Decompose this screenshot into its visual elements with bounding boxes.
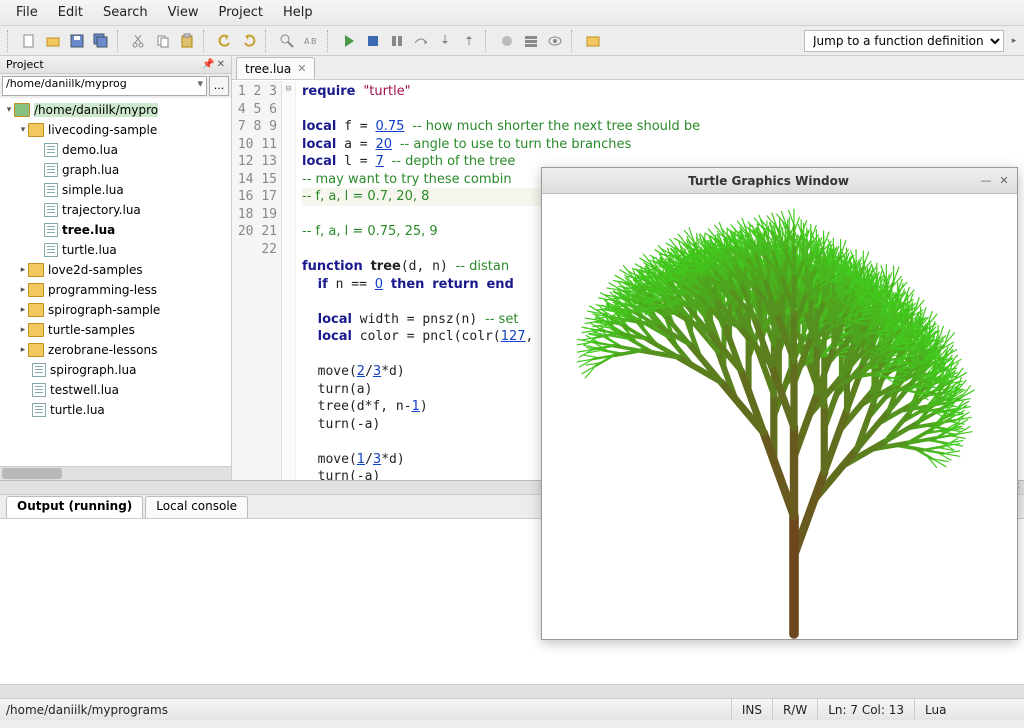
tree-folder-closed[interactable]: ▸love2d-samples [0, 260, 231, 280]
tree-folder-closed[interactable]: ▸programming-less [0, 280, 231, 300]
toolbar-sep-4 [327, 30, 333, 52]
tree-root[interactable]: ▾/home/daniilk/mypro [0, 100, 231, 120]
bottom-hscroll[interactable] [0, 684, 1024, 698]
save-button[interactable] [66, 30, 88, 52]
new-file-button[interactable] [18, 30, 40, 52]
tree-folder-open[interactable]: ▾livecoding-sample [0, 120, 231, 140]
turtle-titlebar[interactable]: Turtle Graphics Window — ✕ [542, 168, 1017, 194]
tree-file[interactable]: demo.lua [0, 140, 231, 160]
replace-button[interactable]: AB [300, 30, 322, 52]
menu-edit[interactable]: Edit [48, 1, 93, 24]
stop-button[interactable] [362, 30, 384, 52]
project-title-text: Project [6, 58, 44, 71]
turtle-graphics-window[interactable]: Turtle Graphics Window — ✕ [541, 167, 1018, 640]
open-file-button[interactable] [42, 30, 64, 52]
turtle-canvas [542, 194, 1017, 639]
editor-tab-bar: tree.lua ✕ [232, 56, 1024, 80]
status-pos: Ln: 7 Col: 13 [817, 699, 914, 720]
toolbar-grip [7, 30, 13, 52]
toolbar-overflow-icon[interactable]: ▸ [1008, 36, 1020, 46]
menu-help[interactable]: Help [273, 1, 323, 24]
toolbar-sep-5 [485, 30, 491, 52]
step-over-button[interactable] [410, 30, 432, 52]
project-button[interactable] [582, 30, 604, 52]
watch-button[interactable] [544, 30, 566, 52]
status-lang: Lua [914, 699, 1024, 720]
menu-file[interactable]: File [6, 1, 48, 24]
paste-button[interactable] [176, 30, 198, 52]
function-jump-select[interactable]: Jump to a function definition... [804, 30, 1004, 52]
close-panel-icon[interactable]: ✕ [217, 59, 225, 70]
editor-tab-label: tree.lua [245, 62, 291, 76]
toolbar-sep-2 [203, 30, 209, 52]
tree-folder-closed[interactable]: ▸spirograph-sample [0, 300, 231, 320]
break-button[interactable] [386, 30, 408, 52]
menu-view[interactable]: View [158, 1, 209, 24]
minimize-icon[interactable]: — [979, 174, 993, 188]
status-bar: /home/daniilk/myprograms INS R/W Ln: 7 C… [0, 698, 1024, 720]
menu-bar: File Edit Search View Project Help [0, 0, 1024, 26]
undo-button[interactable] [214, 30, 236, 52]
turtle-title: Turtle Graphics Window [562, 174, 975, 188]
pin-icon[interactable]: 📌 [202, 59, 214, 70]
close-tab-icon[interactable]: ✕ [297, 62, 306, 75]
line-gutter: 1 2 3 4 5 6 7 8 9 10 11 12 13 14 15 16 1… [232, 81, 282, 480]
status-path: /home/daniilk/myprograms [0, 703, 731, 717]
project-path-select[interactable]: /home/daniilk/myprog ▾ [2, 76, 207, 96]
menu-project[interactable]: Project [208, 1, 272, 24]
tree-file[interactable]: simple.lua [0, 180, 231, 200]
copy-button[interactable] [152, 30, 174, 52]
tree-file-active[interactable]: tree.lua [0, 220, 231, 240]
project-panel-title: Project 📌 ✕ [0, 56, 231, 74]
tree-file[interactable]: spirograph.lua [0, 360, 231, 380]
step-out-button[interactable] [458, 30, 480, 52]
tree-folder-closed[interactable]: ▸turtle-samples [0, 320, 231, 340]
toolbar-sep-6 [571, 30, 577, 52]
svg-text:A: A [304, 37, 310, 46]
tree-file[interactable]: testwell.lua [0, 380, 231, 400]
save-all-button[interactable] [90, 30, 112, 52]
menu-search[interactable]: Search [93, 1, 158, 24]
svg-text:B: B [311, 37, 317, 46]
tab-output[interactable]: Output (running) [6, 496, 143, 518]
stack-button[interactable] [520, 30, 542, 52]
fold-column[interactable]: ⊟ [282, 81, 296, 480]
editor-tab[interactable]: tree.lua ✕ [236, 57, 315, 79]
toolbar-sep-3 [265, 30, 271, 52]
toolbar: AB Jump to a function definition... ▸ [0, 26, 1024, 56]
project-browse-button[interactable]: ... [209, 76, 229, 96]
tab-console[interactable]: Local console [145, 496, 248, 518]
tree-file[interactable]: turtle.lua [0, 400, 231, 420]
project-panel: Project 📌 ✕ /home/daniilk/myprog ▾ ... ▾… [0, 56, 232, 480]
tree-folder-closed[interactable]: ▸zerobrane-lessons [0, 340, 231, 360]
status-rw: R/W [772, 699, 817, 720]
project-tree-hscroll[interactable] [0, 466, 231, 480]
tree-file[interactable]: turtle.lua [0, 240, 231, 260]
breakpoint-button[interactable] [496, 30, 518, 52]
redo-button[interactable] [238, 30, 260, 52]
toolbar-sep-1 [117, 30, 123, 52]
find-button[interactable] [276, 30, 298, 52]
close-icon[interactable]: ✕ [997, 174, 1011, 188]
project-tree[interactable]: ▾/home/daniilk/mypro ▾livecoding-sample … [0, 98, 231, 466]
run-button[interactable] [338, 30, 360, 52]
step-into-button[interactable] [434, 30, 456, 52]
cut-button[interactable] [128, 30, 150, 52]
tree-file[interactable]: trajectory.lua [0, 200, 231, 220]
tree-file[interactable]: graph.lua [0, 160, 231, 180]
status-ins: INS [731, 699, 772, 720]
